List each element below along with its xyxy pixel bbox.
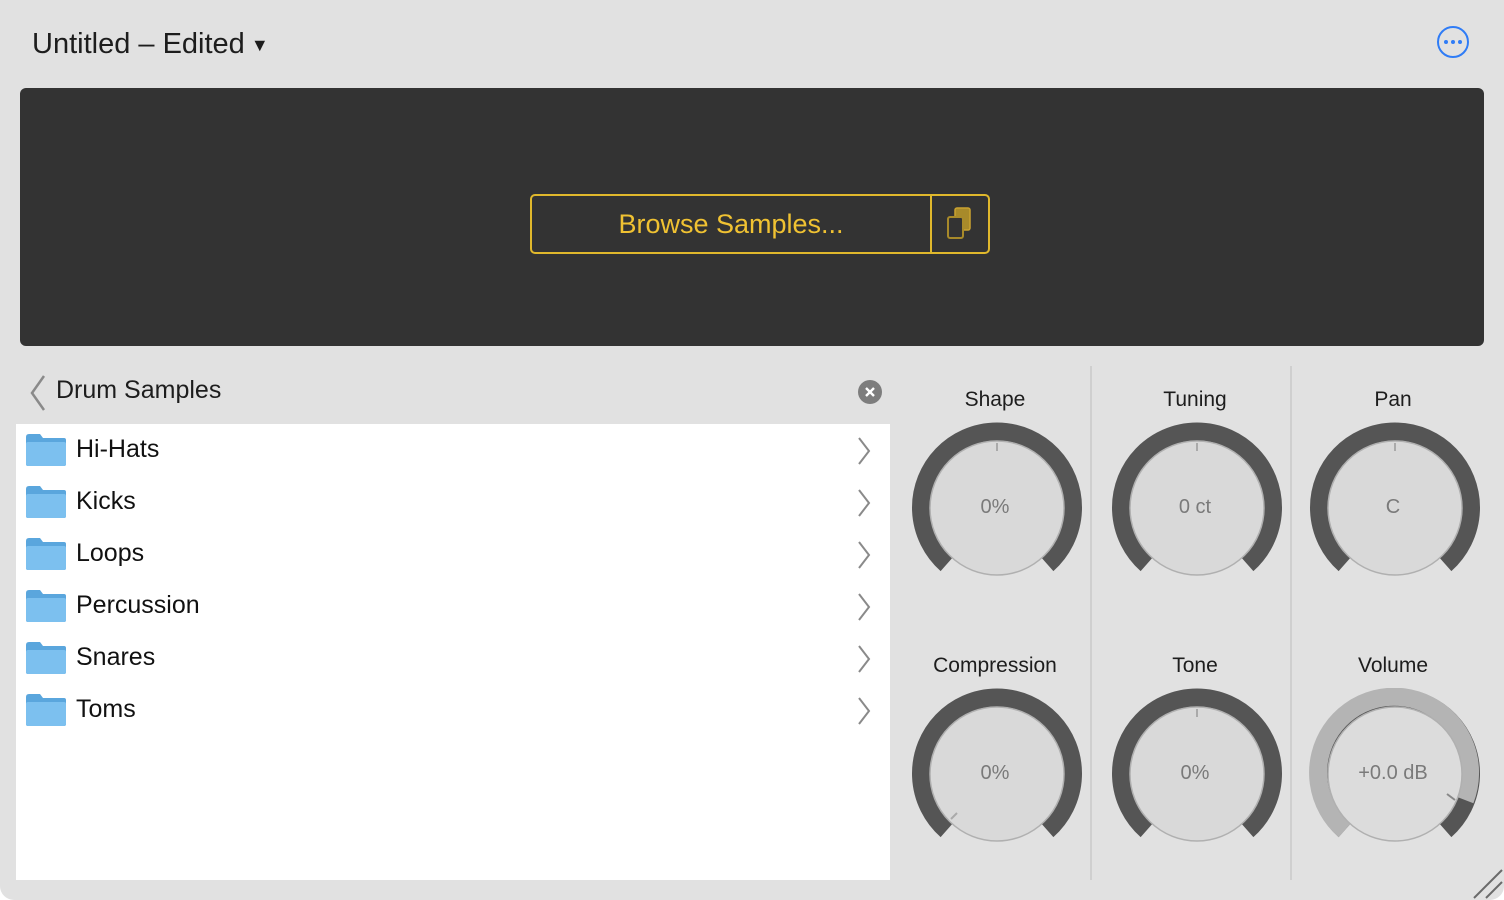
controls-panel: Shape 0% Tuning 0 ct Pan C Compression 0… xyxy=(890,366,1504,880)
knob-value: 0% xyxy=(980,496,1010,518)
list-item[interactable]: Percussion xyxy=(16,580,890,632)
sample-drop-area[interactable]: Browse Samples... xyxy=(20,88,1484,346)
chevron-right-icon xyxy=(858,541,871,569)
window: Untitled – Edited ▼ Browse Samples... Dr… xyxy=(0,0,1504,900)
chevron-right-icon xyxy=(858,593,871,621)
knob-label: Volume xyxy=(1357,654,1429,677)
browser-header: Drum Samples xyxy=(16,366,890,420)
knob-label: Tone xyxy=(1172,654,1218,677)
compression-control: Compression 0% xyxy=(895,632,1095,872)
knob-label: Tuning xyxy=(1163,388,1227,411)
volume-control: Volume +0.0 dB xyxy=(1293,632,1493,872)
back-chevron-icon[interactable] xyxy=(28,374,48,412)
chevron-right-icon xyxy=(858,489,871,517)
knob-label: Shape xyxy=(964,388,1026,411)
document-title: Untitled – Edited xyxy=(32,27,245,60)
folder-icon xyxy=(26,694,66,726)
knob-label: Compression xyxy=(933,654,1057,677)
list-item[interactable]: Toms xyxy=(16,684,890,736)
list-item-label: Loops xyxy=(76,539,145,567)
more-icon xyxy=(1444,40,1448,44)
list-item-label: Snares xyxy=(76,643,156,671)
knob-value: 0% xyxy=(980,762,1010,784)
list-item-label: Toms xyxy=(76,695,136,723)
list-item-label: Hi-Hats xyxy=(76,435,160,463)
knob-value: +0.0 dB xyxy=(1358,762,1428,784)
document-title-menu[interactable]: Untitled – Edited ▼ xyxy=(32,24,269,64)
list-item-label: Kicks xyxy=(76,487,136,515)
more-options-button[interactable] xyxy=(1437,26,1469,58)
pan-control: Pan C xyxy=(1293,366,1493,606)
paste-icon xyxy=(947,207,971,239)
list-item[interactable]: Snares xyxy=(16,632,890,684)
folder-icon xyxy=(26,538,66,570)
chevron-right-icon xyxy=(858,437,871,465)
clear-icon[interactable] xyxy=(858,380,882,404)
resize-grip-icon[interactable] xyxy=(1470,866,1504,900)
tone-control: Tone 0% xyxy=(1095,632,1295,872)
chevron-right-icon xyxy=(858,645,871,673)
knob-value: 0 ct xyxy=(1178,496,1212,518)
folder-icon xyxy=(26,434,66,466)
knob-value: C xyxy=(1385,496,1401,518)
file-list: Hi-Hats Kicks Loops Percussion Snares To… xyxy=(16,424,890,880)
list-item-label: Percussion xyxy=(76,591,200,619)
knob-value: 0% xyxy=(1180,762,1210,784)
folder-icon xyxy=(26,486,66,518)
tuning-control: Tuning 0 ct xyxy=(1095,366,1295,606)
list-item[interactable]: Hi-Hats xyxy=(16,424,890,476)
shape-control: Shape 0% xyxy=(895,366,1095,606)
chevron-right-icon xyxy=(858,697,871,725)
paste-button[interactable] xyxy=(932,196,988,252)
browse-samples-button[interactable]: Browse Samples... xyxy=(532,196,932,252)
list-item[interactable]: Kicks xyxy=(16,476,890,528)
browse-group: Browse Samples... xyxy=(530,194,990,254)
chevron-down-icon: ▼ xyxy=(250,34,269,55)
folder-icon xyxy=(26,590,66,622)
list-item[interactable]: Loops xyxy=(16,528,890,580)
knob-label: Pan xyxy=(1374,388,1412,411)
folder-icon xyxy=(26,642,66,674)
breadcrumb: Drum Samples xyxy=(56,376,222,404)
